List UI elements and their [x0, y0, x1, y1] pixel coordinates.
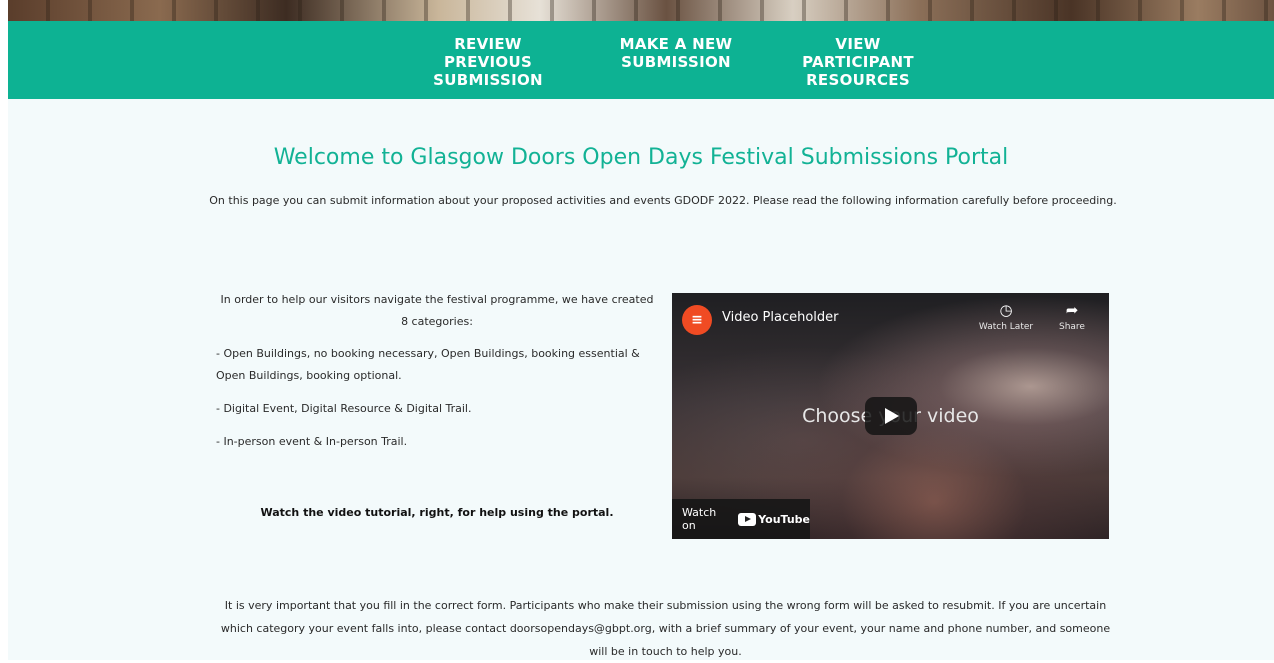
- youtube-label: YouTube: [758, 512, 810, 526]
- main-content: Welcome to Glasgow Doors Open Days Festi…: [8, 99, 1274, 660]
- elementor-logo-icon: ≡: [682, 305, 712, 335]
- clock-icon: ◷: [999, 301, 1013, 319]
- categories-intro: In order to help our visitors navigate t…: [220, 293, 654, 328]
- nav-make-new-submission[interactable]: MAKE A NEW SUBMISSION: [596, 35, 756, 71]
- main-navigation: REVIEW PREVIOUS SUBMISSION MAKE A NEW SU…: [8, 21, 1274, 99]
- watch-on-label: Watch on: [682, 506, 717, 532]
- video-title[interactable]: Video Placeholder: [722, 310, 839, 325]
- share-button[interactable]: ➦ Share: [1042, 301, 1102, 332]
- header-banner-image: [8, 0, 1274, 21]
- page-title: Welcome to Glasgow Doors Open Days Festi…: [273, 145, 1009, 170]
- share-label: Share: [1059, 322, 1085, 332]
- category-item-digital: - Digital Event, Digital Resource & Digi…: [216, 402, 472, 415]
- youtube-icon: [738, 512, 757, 526]
- video-tutorial-note: Watch the video tutorial, right, for hel…: [260, 506, 614, 519]
- watch-later-button[interactable]: ◷ Watch Later: [976, 301, 1036, 332]
- category-item-open-buildings: - Open Buildings, no booking necessary, …: [216, 347, 640, 382]
- categories-section: In order to help our visitors navigate t…: [216, 289, 658, 464]
- watch-later-label: Watch Later: [978, 322, 1034, 332]
- watch-on-youtube-button[interactable]: Watch on YouTube: [672, 499, 810, 539]
- video-player[interactable]: ≡ Video Placeholder ◷ Watch Later ➦ Shar…: [672, 293, 1109, 539]
- youtube-logo: YouTube: [738, 512, 810, 526]
- category-item-in-person: - In-person event & In-person Trail.: [216, 435, 408, 448]
- form-instructions-text: It is very important that you fill in th…: [220, 599, 1111, 658]
- nav-review-previous-submission[interactable]: REVIEW PREVIOUS SUBMISSION: [418, 35, 558, 89]
- share-arrow-icon: ➦: [1065, 301, 1079, 319]
- nav-view-participant-resources[interactable]: VIEW PARTICIPANT RESOURCES: [788, 35, 928, 89]
- play-icon[interactable]: [865, 397, 917, 435]
- intro-text: On this page you can submit information …: [209, 194, 1117, 207]
